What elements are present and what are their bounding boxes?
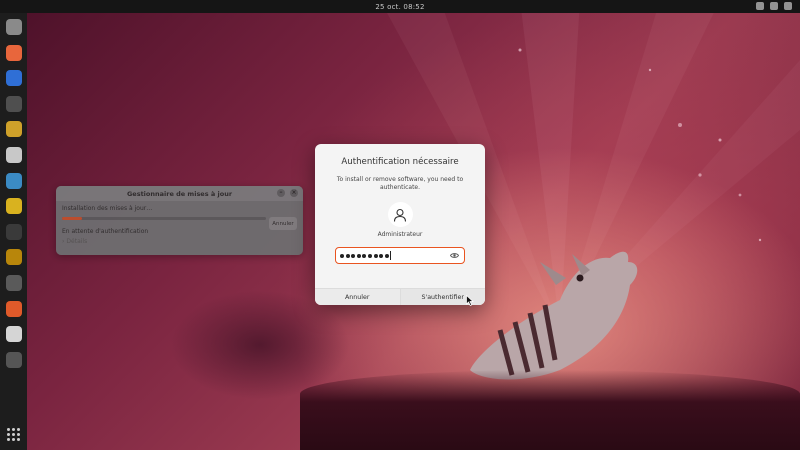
trash-icon[interactable] xyxy=(5,351,22,368)
power-icon xyxy=(784,2,792,10)
installing-label: Installation des mises à jour… xyxy=(62,205,153,212)
storage-icon[interactable] xyxy=(5,326,22,343)
close-button[interactable]: × xyxy=(290,189,298,197)
update-progress-fill xyxy=(62,217,83,220)
status-text: En attente d'authentification xyxy=(62,228,149,235)
dialog-button-bar: Annuler S'authentifier xyxy=(315,288,485,305)
updater-icon[interactable] xyxy=(5,274,22,291)
system-tray[interactable] xyxy=(756,2,792,10)
password-dot xyxy=(340,253,344,258)
password-dot xyxy=(356,253,361,258)
password-dot xyxy=(384,253,389,258)
username-label: Administrateur xyxy=(377,231,423,238)
rhythmbox-icon[interactable] xyxy=(5,198,22,215)
minimize-button[interactable]: – xyxy=(277,189,285,197)
dock xyxy=(0,13,27,450)
text-cursor xyxy=(389,251,391,260)
grid-dot xyxy=(12,433,15,436)
password-dot xyxy=(351,253,356,258)
details-expander[interactable]: › Détails xyxy=(62,238,297,245)
grid-dot xyxy=(12,428,15,431)
update-cancel-button[interactable]: Annuler xyxy=(269,217,297,230)
show-apps-icon[interactable] xyxy=(6,427,21,442)
eye-icon[interactable] xyxy=(450,252,459,259)
writer-icon[interactable] xyxy=(5,95,22,112)
dialog-title: Authentification nécessaire xyxy=(341,157,459,167)
grid-dot xyxy=(17,438,20,441)
cancel-button[interactable]: Annuler xyxy=(315,289,400,305)
clock[interactable]: 25 oct. 08:52 xyxy=(375,3,424,11)
window-title: Gestionnaire de mises à jour xyxy=(126,189,233,198)
volume-icon xyxy=(770,2,778,10)
grid-dot xyxy=(17,428,20,431)
network-icon xyxy=(756,2,764,10)
chevron-right-icon: › xyxy=(62,238,65,245)
update-manager-window: Gestionnaire de mises à jour – × Install… xyxy=(56,186,303,255)
password-dot xyxy=(373,253,378,258)
mouse-pointer-icon xyxy=(466,295,474,306)
password-dot xyxy=(367,253,372,258)
files-icon[interactable] xyxy=(5,19,22,35)
password-mask xyxy=(340,253,389,258)
software-icon[interactable] xyxy=(5,300,22,317)
password-input[interactable] xyxy=(335,247,465,264)
numbat-illustration xyxy=(470,251,638,380)
user-icon xyxy=(393,208,407,222)
grid-dot xyxy=(7,433,10,436)
sync-icon[interactable] xyxy=(5,223,22,240)
top-bar: 25 oct. 08:52 xyxy=(0,0,800,13)
firefox-icon[interactable] xyxy=(5,44,22,61)
grid-dot xyxy=(7,438,10,441)
thunderbird-icon[interactable] xyxy=(5,70,22,87)
authentication-dialog: Authentification nécessaire To install o… xyxy=(315,144,485,305)
grass-silhouette xyxy=(300,370,800,450)
password-dot xyxy=(379,253,384,258)
notes-icon[interactable] xyxy=(5,121,22,138)
update-progress-bar xyxy=(62,217,266,220)
password-dot xyxy=(345,253,350,258)
image-viewer-icon[interactable] xyxy=(5,172,22,189)
dialog-message: To install or remove software, you need … xyxy=(336,176,464,191)
grid-dot xyxy=(17,433,20,436)
numbat-icon[interactable] xyxy=(5,249,22,266)
details-label: Détails xyxy=(66,238,88,245)
update-manager-titlebar[interactable]: Gestionnaire de mises à jour – × xyxy=(56,186,303,201)
password-dot xyxy=(362,253,367,258)
grid-dot xyxy=(12,438,15,441)
impress-icon[interactable] xyxy=(5,146,22,163)
avatar xyxy=(387,202,413,227)
grid-dot xyxy=(7,428,10,431)
